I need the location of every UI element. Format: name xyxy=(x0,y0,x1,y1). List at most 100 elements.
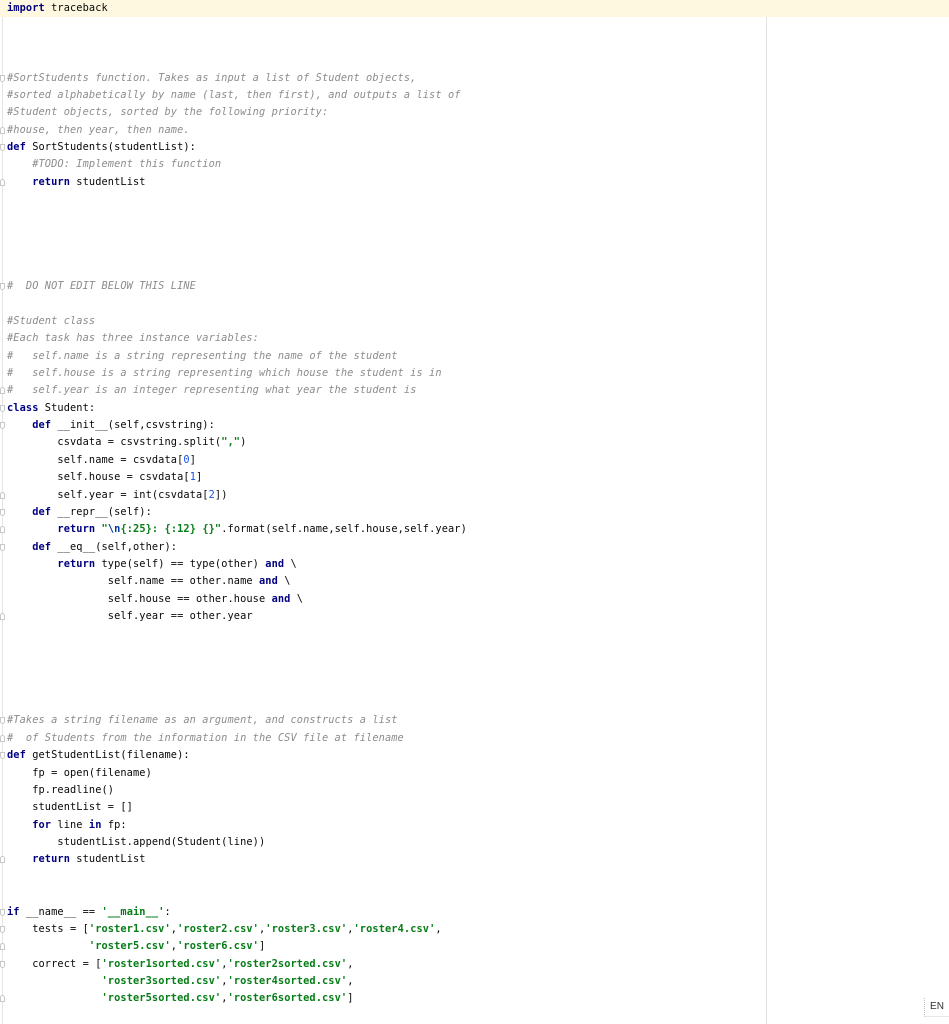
fold-start-icon[interactable] xyxy=(0,960,5,968)
code-line[interactable] xyxy=(7,191,949,208)
keyword: return xyxy=(57,558,96,570)
keyword: and xyxy=(258,575,278,588)
fold-end-icon[interactable] xyxy=(0,613,5,621)
code-line[interactable]: #Takes a string filename as an argument,… xyxy=(0,712,949,729)
code-line[interactable]: tests = ['roster1.csv','roster2.csv','ro… xyxy=(0,921,949,938)
code-line[interactable] xyxy=(7,209,949,226)
code-text: correct = [ xyxy=(7,957,102,970)
code-line[interactable]: class Student: xyxy=(0,400,949,417)
code-line[interactable]: fp = open(filename) xyxy=(7,765,949,782)
string-literal: 'roster2.csv' xyxy=(177,922,259,935)
code-line[interactable]: csvdata = csvstring.split(",") xyxy=(7,434,949,451)
code-line[interactable] xyxy=(7,660,949,677)
comment: #Student objects, sorted by the followin… xyxy=(7,106,329,119)
code-line[interactable]: #house, then year, then name. xyxy=(0,122,949,139)
fold-end-icon[interactable] xyxy=(0,126,5,134)
code-line[interactable] xyxy=(7,886,949,903)
fold-start-icon[interactable] xyxy=(0,422,5,429)
code-line[interactable]: self.name = csvdata[0] xyxy=(7,452,949,469)
code-line[interactable] xyxy=(7,17,949,34)
code-line[interactable]: # of Students from the information in th… xyxy=(0,730,949,747)
code-line[interactable]: #Each task has three instance variables: xyxy=(7,330,949,347)
code-line[interactable]: # self.house is a string representing wh… xyxy=(7,365,949,382)
keyword: and xyxy=(271,592,291,605)
code-line[interactable] xyxy=(7,52,949,69)
code-area[interactable]: import traceback #SortStudents function.… xyxy=(0,0,949,1008)
code-line[interactable]: return studentList xyxy=(0,174,949,191)
code-line[interactable]: import traceback xyxy=(0,0,949,18)
code-text: ] xyxy=(189,453,197,466)
code-line[interactable]: def __eq__(self,other): xyxy=(0,539,949,556)
fold-start-icon[interactable] xyxy=(0,74,5,82)
fold-start-icon[interactable] xyxy=(0,404,5,412)
fold-start-icon[interactable] xyxy=(0,144,5,151)
comment: #house, then year, then name. xyxy=(7,123,190,136)
code-line[interactable]: def __repr__(self): xyxy=(0,504,949,521)
code-line[interactable]: return studentList xyxy=(0,851,949,868)
code-line[interactable]: correct = ['roster1sorted.csv','roster2s… xyxy=(0,956,949,973)
fold-start-icon[interactable] xyxy=(0,283,5,290)
fold-end-icon[interactable] xyxy=(0,734,5,742)
code-line[interactable]: studentList.append(Student(line)) xyxy=(7,834,949,851)
string-literal: "," xyxy=(221,436,241,449)
fold-end-icon[interactable] xyxy=(0,526,5,534)
code-editor[interactable]: import traceback #SortStudents function.… xyxy=(0,0,949,1024)
fold-start-icon[interactable] xyxy=(0,543,5,551)
code-line[interactable]: def __init__(self,csvstring): xyxy=(0,417,949,434)
code-line[interactable]: 'roster3sorted.csv','roster4sorted.csv', xyxy=(7,973,949,990)
fold-start-icon[interactable] xyxy=(0,925,5,933)
fold-end-icon[interactable] xyxy=(0,856,5,864)
string-literal: 'roster3.csv' xyxy=(265,922,348,935)
code-line[interactable]: self.year = int(csvdata[2]) xyxy=(0,487,949,504)
fold-end-icon[interactable] xyxy=(0,995,5,1003)
code-text: , xyxy=(347,975,354,987)
code-line[interactable]: studentList = [] xyxy=(7,799,949,816)
code-text: studentList.append(Student(line)) xyxy=(7,836,266,848)
code-line[interactable]: return "\n{:25}: {:12} {}".format(self.n… xyxy=(0,521,949,538)
code-line[interactable] xyxy=(7,261,949,278)
fold-end-icon[interactable] xyxy=(0,387,5,395)
code-line[interactable]: # self.year is an integer representing w… xyxy=(0,382,949,399)
fold-start-icon[interactable] xyxy=(0,908,5,916)
input-language-indicator[interactable]: EN xyxy=(924,998,949,1017)
code-line[interactable]: def SortStudents(studentList): xyxy=(0,139,949,156)
fold-start-icon[interactable] xyxy=(0,508,5,516)
code-line[interactable]: #sorted alphabetically by name (last, th… xyxy=(7,87,949,104)
code-line[interactable]: #Student class xyxy=(7,313,949,330)
code-line[interactable] xyxy=(7,678,949,695)
keyword: return xyxy=(32,175,70,188)
code-line[interactable]: # self.name is a string representing the… xyxy=(7,348,949,365)
code-line[interactable]: 'roster5sorted.csv','roster6sorted.csv'] xyxy=(0,990,949,1007)
code-line[interactable] xyxy=(7,295,949,312)
fold-end-icon[interactable] xyxy=(0,491,5,499)
code-line[interactable] xyxy=(7,226,949,243)
code-line[interactable] xyxy=(7,35,949,52)
code-line[interactable]: self.house == other.house and \ xyxy=(7,591,949,608)
code-line[interactable] xyxy=(7,643,949,660)
code-line[interactable]: self.year == other.year xyxy=(0,608,949,625)
code-line[interactable] xyxy=(7,243,949,260)
fold-end-icon[interactable] xyxy=(0,943,5,951)
code-line[interactable]: self.house = csvdata[1] xyxy=(7,469,949,486)
code-line[interactable]: #TODO: Implement this function xyxy=(7,156,949,173)
code-line[interactable]: self.name == other.name and \ xyxy=(7,573,949,590)
code-line[interactable] xyxy=(7,869,949,886)
string-literal: 'roster6.csv' xyxy=(177,940,259,953)
comment: # self.name is a string representing the… xyxy=(7,349,398,362)
code-line[interactable] xyxy=(7,626,949,643)
code-line[interactable]: #SortStudents function. Takes as input a… xyxy=(0,70,949,87)
fold-start-icon[interactable] xyxy=(0,752,5,760)
code-line[interactable]: 'roster5.csv','roster6.csv'] xyxy=(0,938,949,955)
code-line[interactable]: # DO NOT EDIT BELOW THIS LINE xyxy=(0,278,949,295)
code-line[interactable] xyxy=(7,695,949,712)
code-line[interactable]: fp.readline() xyxy=(7,782,949,799)
code-line[interactable]: #Student objects, sorted by the followin… xyxy=(7,104,949,121)
code-line[interactable]: if __name__ == '__main__': xyxy=(0,904,949,921)
code-line[interactable]: for line in fp: xyxy=(7,817,949,834)
code-line[interactable]: return type(self) == type(other) and \ xyxy=(7,556,949,573)
fold-start-icon[interactable] xyxy=(0,717,5,725)
fold-end-icon[interactable] xyxy=(0,178,5,186)
code-line[interactable]: def getStudentList(filename): xyxy=(0,747,949,764)
